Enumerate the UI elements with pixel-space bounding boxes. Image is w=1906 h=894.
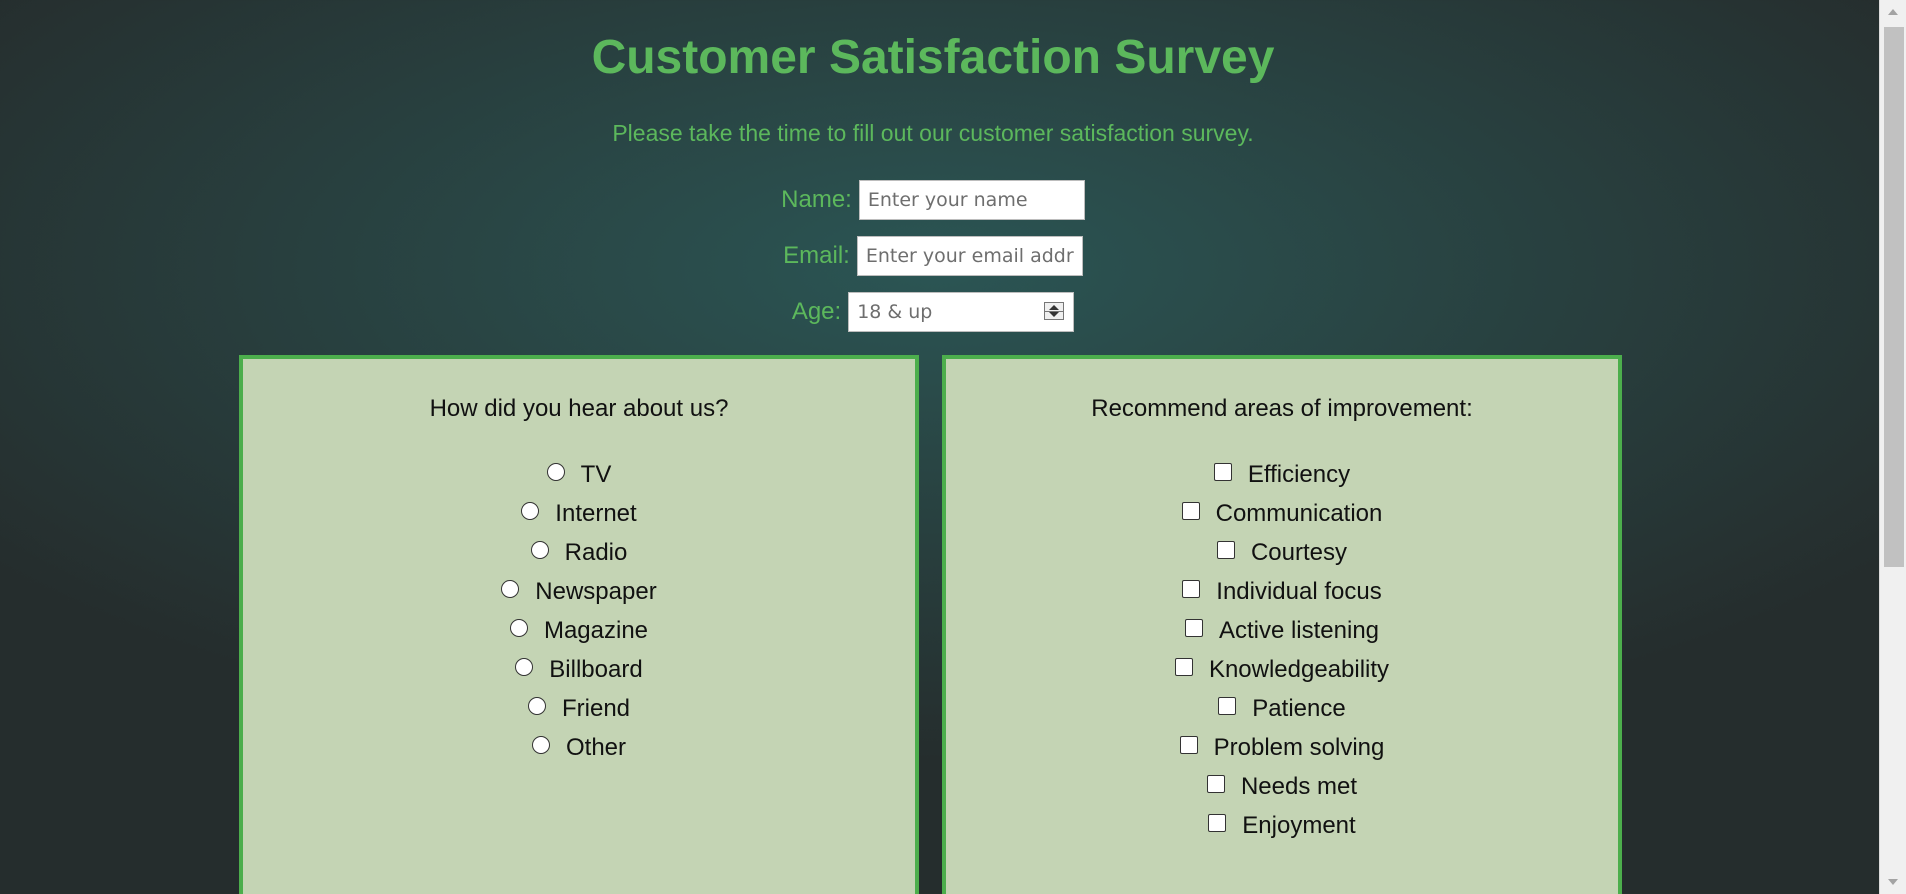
age-row: Age: (0, 292, 1866, 332)
improvement-option[interactable]: Active listening (946, 611, 1618, 650)
improvement-option[interactable]: Needs met (946, 767, 1618, 806)
option-label[interactable]: Problem solving (1214, 734, 1385, 762)
option-label[interactable]: Individual focus (1216, 578, 1381, 606)
option-label[interactable]: Newspaper (535, 578, 656, 606)
improvement-option[interactable]: Courtesy (946, 533, 1618, 572)
radio-button-icon[interactable] (527, 696, 546, 715)
email-label: Email: (783, 242, 850, 269)
hear-about-options: TV Internet Radio Newspaper Magazine Billboar… (243, 455, 915, 767)
improvement-options: Efficiency Communication Courtesy Individua… (946, 455, 1618, 845)
hear-about-option[interactable]: TV (243, 455, 915, 494)
option-label[interactable]: Efficiency (1248, 461, 1350, 489)
option-label[interactable]: Internet (555, 500, 636, 528)
hear-about-option[interactable]: Magazine (243, 611, 915, 650)
email-row: Email: (0, 236, 1866, 276)
page-subtitle: Please take the time to fill out our cus… (612, 120, 1254, 146)
scrollbar-thumb[interactable] (1884, 27, 1904, 567)
hear-about-option[interactable]: Friend (243, 689, 915, 728)
improvement-heading: Recommend areas of improvement: (1091, 395, 1473, 422)
improvement-option[interactable]: Efficiency (946, 455, 1618, 494)
hear-about-option[interactable]: Radio (243, 533, 915, 572)
option-label[interactable]: TV (581, 461, 612, 489)
option-label[interactable]: Magazine (544, 617, 648, 645)
age-label: Age: (791, 298, 842, 325)
age-input[interactable] (849, 293, 1040, 331)
checkbox-icon[interactable] (1174, 657, 1193, 676)
option-label[interactable]: Friend (562, 695, 630, 723)
radio-button-icon[interactable] (515, 657, 534, 676)
option-label[interactable]: Patience (1252, 695, 1345, 723)
hear-about-heading: How did you hear about us? (429, 395, 729, 422)
checkbox-icon[interactable] (1218, 696, 1237, 715)
option-label[interactable]: Courtesy (1251, 539, 1347, 567)
radio-button-icon[interactable] (530, 540, 549, 559)
hear-about-option[interactable]: Billboard (243, 650, 915, 689)
number-spinner-icon[interactable] (1044, 302, 1065, 320)
hear-about-panel: How did you hear about us? TV Internet Rad… (239, 355, 919, 894)
hear-about-option[interactable]: Internet (243, 494, 915, 533)
option-label[interactable]: Radio (565, 539, 628, 567)
checkbox-icon[interactable] (1208, 813, 1227, 832)
option-label[interactable]: Knowledgeability (1209, 656, 1389, 684)
checkbox-icon[interactable] (1216, 540, 1235, 559)
scroll-down-arrow-icon[interactable] (1888, 879, 1898, 885)
option-label[interactable]: Needs met (1241, 773, 1357, 801)
checkbox-icon[interactable] (1184, 618, 1203, 637)
checkbox-icon[interactable] (1181, 501, 1200, 520)
option-label[interactable]: Other (566, 734, 626, 762)
radio-button-icon[interactable] (531, 735, 550, 754)
improvement-option[interactable]: Problem solving (946, 728, 1618, 767)
email-input[interactable] (856, 236, 1083, 276)
vertical-scrollbar[interactable] (1879, 0, 1906, 894)
improvement-option[interactable]: Enjoyment (946, 806, 1618, 845)
improvement-option[interactable]: Individual focus (946, 572, 1618, 611)
age-stepper[interactable] (848, 292, 1075, 332)
improvement-option[interactable]: Communication (946, 494, 1618, 533)
option-label[interactable]: Active listening (1219, 617, 1379, 645)
option-label[interactable]: Billboard (549, 656, 642, 684)
name-label: Name: (781, 186, 852, 213)
option-label[interactable]: Communication (1216, 500, 1383, 528)
scroll-up-arrow-icon[interactable] (1888, 9, 1898, 15)
radio-button-icon[interactable] (521, 501, 540, 520)
checkbox-icon[interactable] (1213, 462, 1232, 481)
improvement-option[interactable]: Patience (946, 689, 1618, 728)
survey-page: Customer Satisfaction Survey Please take… (0, 0, 1880, 894)
name-input[interactable] (858, 180, 1085, 220)
improvement-panel: Recommend areas of improvement: Efficien… (942, 355, 1622, 894)
improvement-option[interactable]: Knowledgeability (946, 650, 1618, 689)
page-title: Customer Satisfaction Survey (591, 31, 1275, 84)
option-label[interactable]: Enjoyment (1242, 812, 1355, 840)
radio-button-icon[interactable] (546, 462, 565, 481)
radio-button-icon[interactable] (509, 618, 528, 637)
hear-about-option[interactable]: Newspaper (243, 572, 915, 611)
hear-about-option[interactable]: Other (243, 728, 915, 767)
radio-button-icon[interactable] (501, 579, 520, 598)
checkbox-icon[interactable] (1206, 774, 1225, 793)
checkbox-icon[interactable] (1179, 735, 1198, 754)
name-row: Name: (0, 180, 1866, 220)
checkbox-icon[interactable] (1182, 579, 1201, 598)
